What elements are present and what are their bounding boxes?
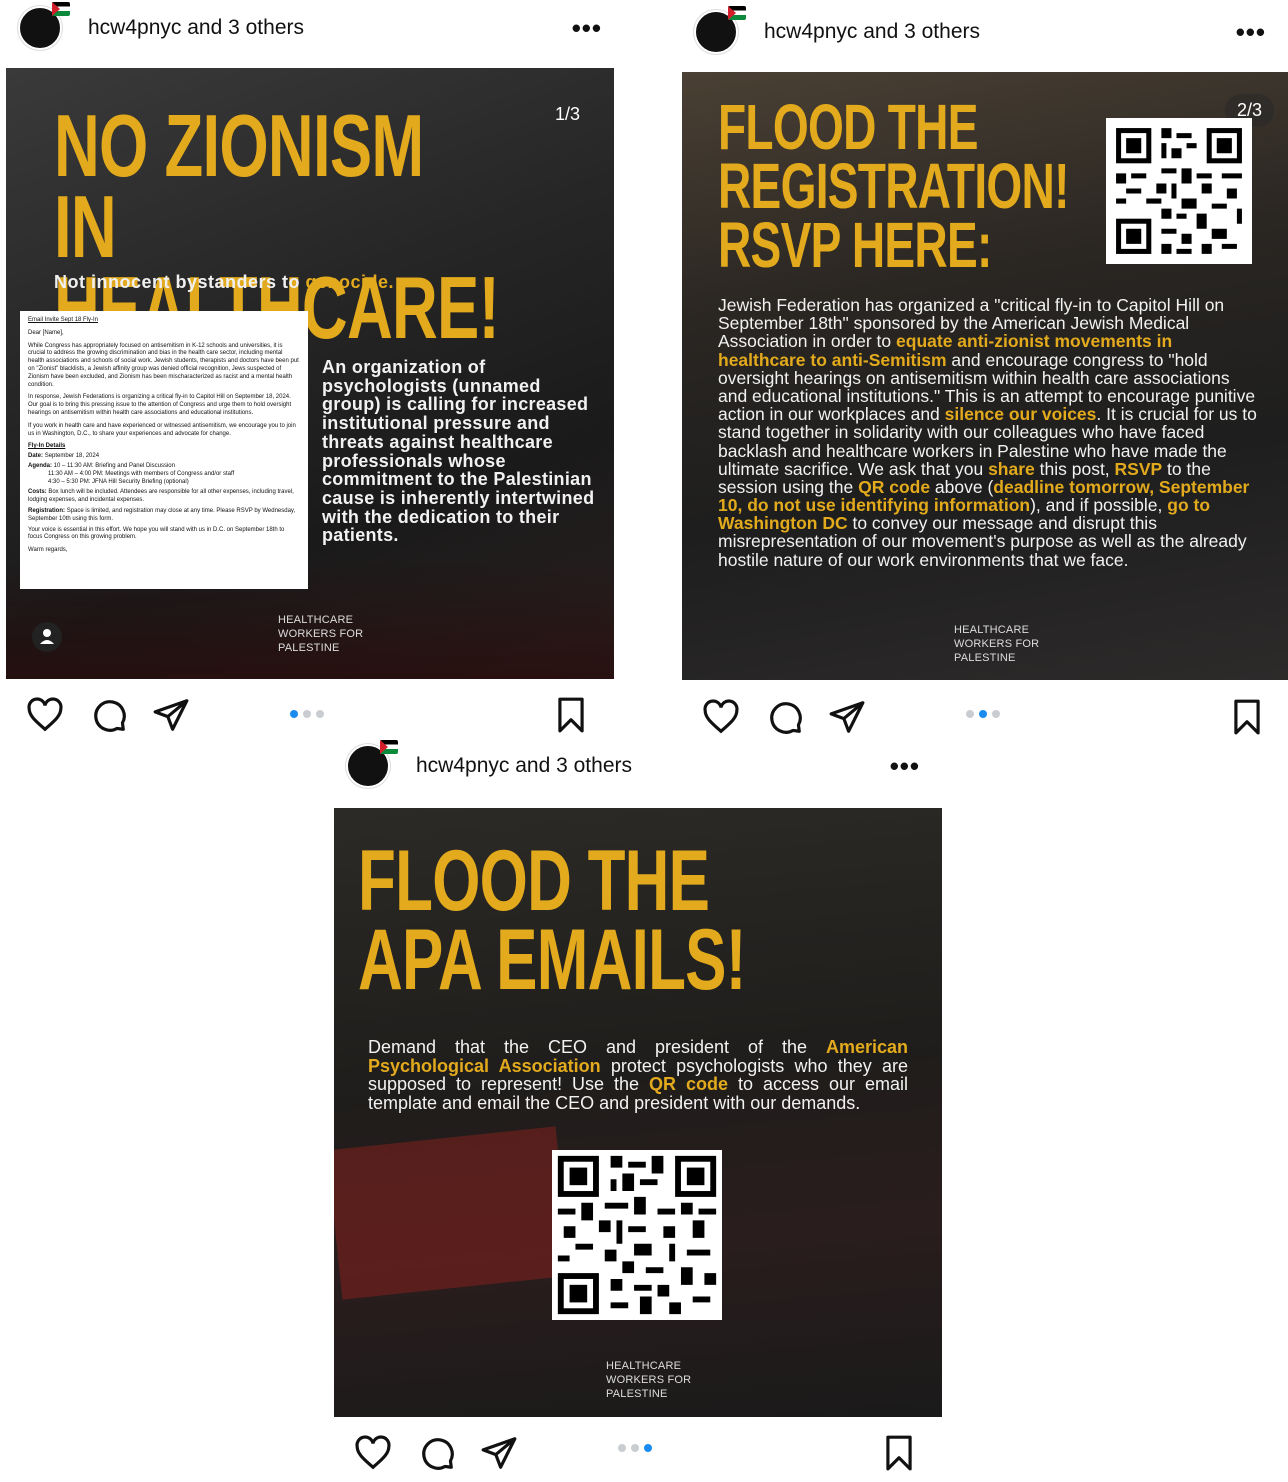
- post-image[interactable]: 2/3 FLOOD THE REGISTRATION! RSVP HERE: J…: [682, 72, 1288, 680]
- share-icon[interactable]: [828, 698, 866, 741]
- post-body: Jewish Federation has organized a "criti…: [718, 296, 1258, 569]
- carousel-dot[interactable]: [316, 710, 324, 718]
- avatar[interactable]: [346, 740, 398, 788]
- post-author[interactable]: hcw4pnyc and 3 others: [764, 20, 980, 44]
- email-invite-document: Email Invite Sept 18 Fly-In Dear [Name],…: [20, 311, 308, 589]
- post-3: hcw4pnyc and 3 others ••• FLOOD THE APA …: [328, 738, 948, 1471]
- body-text-segment: Demand that the CEO and president of the: [368, 1037, 826, 1057]
- post-header: hcw4pnyc and 3 others •••: [346, 738, 948, 794]
- post-actions: [354, 1434, 924, 1482]
- more-options-icon[interactable]: •••: [572, 13, 602, 44]
- post-headline: FLOOD THE REGISTRATION! RSVP HERE:: [718, 91, 1069, 281]
- post-subhead: Not innocent bystanders to genocide.: [54, 272, 395, 292]
- heart-icon[interactable]: [702, 698, 740, 741]
- highlighted-text: QR code: [649, 1074, 729, 1095]
- palestine-flag-icon: [380, 740, 398, 754]
- carousel-dots: [290, 710, 324, 718]
- carousel-dot[interactable]: [979, 710, 987, 718]
- post-headline: FLOOD THE APA EMAILS!: [358, 833, 746, 1009]
- carousel-dot[interactable]: [644, 1444, 652, 1452]
- post-author[interactable]: hcw4pnyc and 3 others: [416, 754, 632, 778]
- carousel-dots: [618, 1444, 652, 1452]
- post-header: hcw4pnyc and 3 others •••: [18, 0, 624, 56]
- body-text-segment: above (: [930, 476, 994, 497]
- palestine-flag-icon: [52, 2, 70, 16]
- post-header: hcw4pnyc and 3 others •••: [694, 4, 1288, 60]
- post-side-text: An organization of psychologists (unname…: [322, 357, 595, 546]
- protest-banner-backdrop: [334, 1126, 572, 1300]
- highlighted-text: silence our voices: [944, 404, 1097, 425]
- footer-logo: HEALTHCARE WORKERS FOR PALESTINE: [954, 624, 1040, 664]
- carousel-dots: [966, 710, 1000, 718]
- bookmark-icon[interactable]: [1228, 698, 1266, 741]
- share-icon[interactable]: [480, 1434, 518, 1477]
- carousel-dot[interactable]: [631, 1444, 639, 1452]
- post-image[interactable]: 1/3 NO ZIONISM IN HEALTHCARE! Not innoce…: [6, 68, 614, 679]
- body-text-segment: this post,: [1034, 458, 1115, 479]
- avatar[interactable]: [694, 6, 746, 54]
- share-icon[interactable]: [152, 696, 190, 739]
- rsvp-qr-code[interactable]: [1106, 118, 1252, 264]
- post-actions: [26, 696, 596, 744]
- highlighted-text: share: [988, 458, 1035, 479]
- post-1: hcw4pnyc and 3 others ••• 1/3 NO ZIONISM…: [0, 0, 624, 750]
- post-image[interactable]: FLOOD THE APA EMAILS! Demand that the CE…: [334, 808, 942, 1417]
- post-2: hcw4pnyc and 3 others ••• 2/3 FLOOD THE …: [676, 0, 1288, 750]
- user-tag-icon[interactable]: [32, 622, 62, 652]
- avatar[interactable]: [18, 2, 70, 50]
- carousel-dot[interactable]: [966, 710, 974, 718]
- carousel-dot[interactable]: [303, 710, 311, 718]
- carousel-dot[interactable]: [618, 1444, 626, 1452]
- palestine-flag-icon: [728, 6, 746, 20]
- email-qr-code[interactable]: [552, 1150, 722, 1320]
- more-options-icon[interactable]: •••: [1236, 17, 1266, 48]
- footer-logo: HEALTHCARE WORKERS FOR PALESTINE: [606, 1360, 692, 1400]
- heart-icon[interactable]: [26, 696, 64, 739]
- comment-icon[interactable]: [766, 698, 804, 741]
- post-body: Demand that the CEO and president of the…: [368, 1038, 908, 1113]
- heart-icon[interactable]: [354, 1434, 392, 1477]
- comment-icon[interactable]: [418, 1434, 456, 1477]
- body-text-segment: ), and if possible,: [1030, 495, 1168, 516]
- carousel-dot[interactable]: [290, 710, 298, 718]
- bookmark-icon[interactable]: [880, 1434, 918, 1477]
- post-author[interactable]: hcw4pnyc and 3 others: [88, 16, 304, 40]
- comment-icon[interactable]: [90, 696, 128, 739]
- highlighted-text: QR code: [858, 476, 931, 497]
- more-options-icon[interactable]: •••: [890, 751, 920, 782]
- footer-logo: HEALTHCARE WORKERS FOR PALESTINE: [278, 614, 364, 654]
- carousel-dot[interactable]: [992, 710, 1000, 718]
- highlighted-text: RSVP: [1114, 458, 1163, 479]
- bookmark-icon[interactable]: [552, 696, 590, 739]
